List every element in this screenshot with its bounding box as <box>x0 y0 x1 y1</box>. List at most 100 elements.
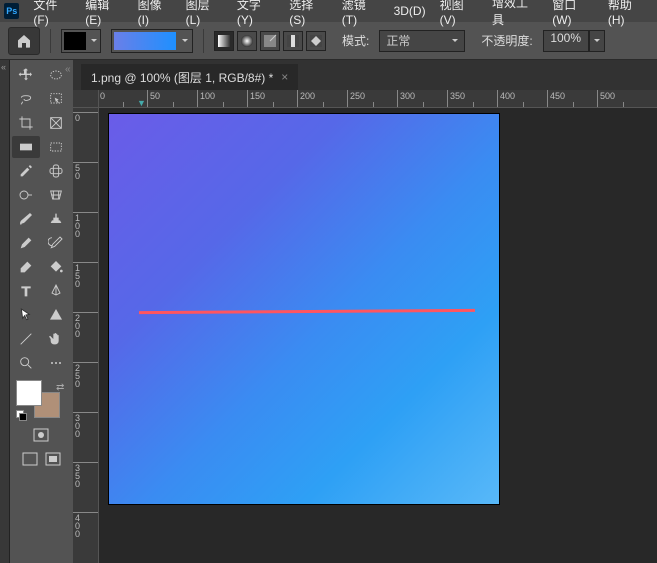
gradient-linear-icon[interactable] <box>214 31 234 51</box>
menu-bar: Ps 文件(F) 编辑(E) 图像(I) 图层(L) 文字(Y) 选择(S) 滤… <box>0 0 657 22</box>
ruler-tick: 500 <box>597 90 647 108</box>
gradient-tool-icon[interactable] <box>12 136 40 158</box>
gradient-type-group <box>214 31 326 51</box>
quickmask-icon[interactable] <box>31 426 51 444</box>
ruler-tick: 1 5 0 <box>73 262 99 312</box>
blend-mode-label: 模式: <box>342 32 369 49</box>
gradient-radial-icon[interactable] <box>237 31 257 51</box>
menu-image[interactable]: 图像(I) <box>132 0 178 29</box>
ruler-tick: 300 <box>397 90 447 108</box>
ruler-tick: 3 5 0 <box>73 462 99 512</box>
screenmode-row <box>12 450 70 468</box>
path-select-tool-icon[interactable] <box>12 304 40 326</box>
menu-filter[interactable]: 滤镜(T) <box>336 0 386 29</box>
ruler-tick: 2 0 0 <box>73 312 99 362</box>
marquee-rect-tool-icon[interactable] <box>42 136 70 158</box>
hand-tool-icon[interactable] <box>42 328 70 350</box>
ruler-tick: 200 <box>297 90 347 108</box>
eraser-tool-icon[interactable] <box>12 256 40 278</box>
menu-select[interactable]: 选择(S) <box>283 0 333 29</box>
opacity-dropdown-icon[interactable] <box>589 30 605 52</box>
document-tab[interactable]: 1.png @ 100% (图层 1, RGB/8#) * × <box>81 64 298 90</box>
ruler-tick: 50 <box>147 90 197 108</box>
ruler-tick: 250 <box>347 90 397 108</box>
menu-layer[interactable]: 图层(L) <box>180 0 229 29</box>
edit-toolbar-icon[interactable] <box>42 352 70 374</box>
shape-tool-icon[interactable] <box>42 304 70 326</box>
screenmode-alt-icon[interactable] <box>43 450 63 468</box>
canvas-wrap: ▼ 050100150200250300350400450500 05 01 0… <box>73 90 657 563</box>
pencil-tool-icon[interactable] <box>12 232 40 254</box>
ruler-horizontal[interactable]: ▼ 050100150200250300350400450500 <box>99 90 657 108</box>
frame-tool-icon[interactable] <box>42 112 70 134</box>
opacity-input[interactable]: 100% <box>543 30 589 52</box>
ruler-tick: 150 <box>247 90 297 108</box>
dodge-tool-icon[interactable] <box>12 184 40 206</box>
menu-window[interactable]: 窗口(W) <box>546 0 600 29</box>
separator <box>203 29 204 53</box>
menu-edit[interactable]: 编辑(E) <box>79 0 129 29</box>
gradient-sample <box>114 32 176 50</box>
menu-type[interactable]: 文字(Y) <box>231 0 281 29</box>
gradient-angle-icon[interactable] <box>260 31 280 51</box>
color-swatches: ⇄ <box>12 380 70 420</box>
ruler-tick: 4 0 0 <box>73 512 99 562</box>
ruler-tick: 3 0 0 <box>73 412 99 462</box>
opacity-control: 100% <box>543 30 605 52</box>
bucket-tool-icon[interactable] <box>42 256 70 278</box>
type-tool-icon[interactable] <box>12 280 40 302</box>
menu-file[interactable]: 文件(F) <box>27 0 77 29</box>
object-select-tool-icon[interactable] <box>42 88 70 110</box>
collapse-strip[interactable] <box>0 60 10 563</box>
tool-preset-picker[interactable] <box>61 29 101 53</box>
gradient-reflected-icon[interactable] <box>283 31 303 51</box>
ruler-tick: 0 <box>73 112 99 162</box>
ruler-tick: 100 <box>197 90 247 108</box>
ruler-tick: 5 0 <box>73 162 99 212</box>
quickmask-row <box>12 426 70 444</box>
toolbox: ⇄ <box>10 60 73 563</box>
menu-plugins[interactable]: 增效工具 <box>486 0 544 30</box>
history-brush-tool-icon[interactable] <box>42 232 70 254</box>
ruler-tick: 400 <box>497 90 547 108</box>
menu-view[interactable]: 视图(V) <box>434 0 484 29</box>
content-row: ⇄ 1.png @ 100% (图层 1, RGB/8#) * × ▼ 0501… <box>0 60 657 563</box>
menu-3d[interactable]: 3D(D) <box>388 2 432 20</box>
separator <box>50 29 51 53</box>
swap-colors-icon[interactable]: ⇄ <box>56 382 64 393</box>
default-colors-icon[interactable] <box>16 410 26 420</box>
gradient-diamond-icon[interactable] <box>306 31 326 51</box>
ruler-tick: 2 5 0 <box>73 362 99 412</box>
ruler-tick: 0 <box>99 90 147 108</box>
ruler-origin[interactable] <box>73 90 99 108</box>
lasso-tool-icon[interactable] <box>12 88 40 110</box>
gradient-drag-line <box>139 309 475 314</box>
zoom-tool-icon[interactable] <box>12 352 40 374</box>
clone-stamp-tool-icon[interactable] <box>42 208 70 230</box>
menu-help[interactable]: 帮助(H) <box>602 0 653 29</box>
perspective-crop-tool-icon[interactable] <box>42 184 70 206</box>
document-tab-title: 1.png @ 100% (图层 1, RGB/8#) * <box>91 69 273 86</box>
move-tool-icon[interactable] <box>12 64 40 86</box>
ruler-tick: 350 <box>447 90 497 108</box>
close-icon[interactable]: × <box>281 70 288 84</box>
line-tool-icon[interactable] <box>12 328 40 350</box>
brush-tool-icon[interactable] <box>12 208 40 230</box>
workspace: 1.png @ 100% (图层 1, RGB/8#) * × ▼ 050100… <box>73 60 657 563</box>
ruler-tick: 1 0 0 <box>73 212 99 262</box>
home-button[interactable] <box>8 27 40 55</box>
opacity-label: 不透明度: <box>481 32 532 49</box>
blend-mode-select[interactable]: 正常 <box>379 30 465 52</box>
spot-heal-tool-icon[interactable] <box>42 160 70 182</box>
artboard[interactable] <box>109 114 499 504</box>
ruler-vertical[interactable]: 05 01 0 01 5 02 0 02 5 03 0 03 5 04 0 0 <box>73 108 99 563</box>
eyedropper-tool-icon[interactable] <box>12 160 40 182</box>
crop-tool-icon[interactable] <box>12 112 40 134</box>
gradient-picker[interactable] <box>111 29 193 53</box>
blend-mode-value: 正常 <box>386 32 410 49</box>
foreground-swatch[interactable] <box>16 380 42 406</box>
app-logo-icon: Ps <box>4 3 19 19</box>
pen-tool-icon[interactable] <box>42 280 70 302</box>
screenmode-icon[interactable] <box>20 450 40 468</box>
canvas-area[interactable] <box>99 108 657 563</box>
